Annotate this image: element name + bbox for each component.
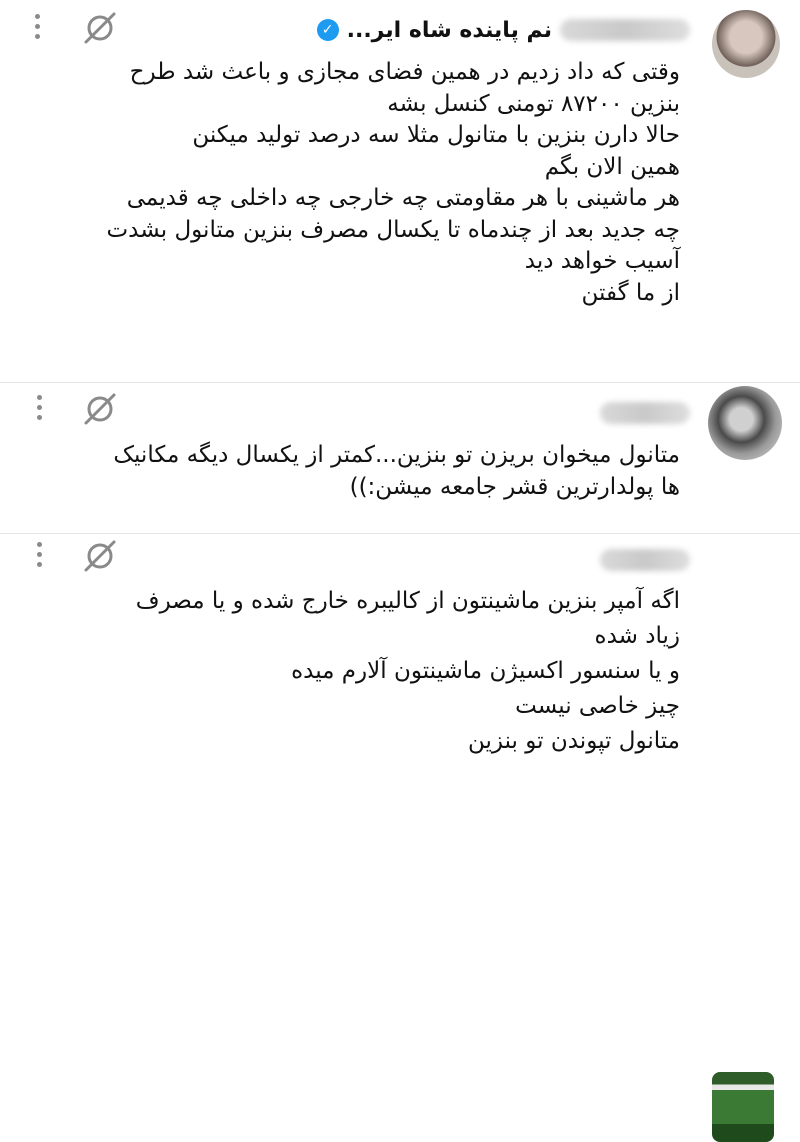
blurred-name bbox=[560, 19, 690, 41]
text-line: حالا دارن بنزین با متانول مثلا سه درصد ت… bbox=[192, 122, 680, 148]
avatar[interactable] bbox=[712, 10, 780, 78]
text-line: و یا سنسور اکسیژن ماشینتون آلارم میده bbox=[291, 658, 680, 684]
text-line: آسیب خواهد دید bbox=[524, 248, 680, 274]
verified-badge-icon: ✓ bbox=[316, 19, 339, 41]
blurred-name bbox=[600, 402, 690, 424]
comment-header: نم پاینده شاه ایر... ✓ bbox=[316, 12, 690, 48]
avatar[interactable] bbox=[712, 1072, 774, 1142]
comment-header bbox=[600, 395, 690, 431]
text-line: اگه آمپر بنزین ماشینتون از کالیبره خارج … bbox=[135, 588, 680, 614]
comment-3: اگه آمپر بنزین ماشینتون از کالیبره خارج … bbox=[0, 534, 800, 1142]
comment-2: متانول میخوان بریزن تو بنزین...کمتر از ی… bbox=[0, 383, 800, 533]
text-line: متانول میخوان بریزن تو بنزین...کمتر از ی… bbox=[113, 442, 680, 468]
username[interactable]: نم پاینده شاه ایر... bbox=[347, 18, 552, 43]
text-line: وقتی که داد زدیم در همین فضای مجازی و با… bbox=[129, 59, 680, 85]
more-icon[interactable] bbox=[34, 395, 44, 420]
text-line: متانول تپوندن تو بنزین bbox=[467, 728, 680, 754]
blurred-name bbox=[600, 549, 690, 571]
text-line: چیز خاصی نیست bbox=[515, 693, 680, 719]
text-line: بنزین ۸۷۲۰۰ تومنی کنسل بشه bbox=[387, 90, 680, 117]
more-icon[interactable] bbox=[34, 542, 44, 567]
more-icon[interactable] bbox=[32, 14, 42, 39]
avatar[interactable] bbox=[708, 386, 782, 460]
comment-text: اگه آمپر بنزین ماشینتون از کالیبره خارج … bbox=[136, 584, 680, 759]
text-line: از ما گفتن bbox=[581, 279, 680, 306]
text-line: همین الان بگم bbox=[544, 153, 680, 180]
text-line: هر ماشینی با هر مقاومتی چه خارجی چه داخل… bbox=[126, 185, 680, 211]
text-line: ها پولدارترین قشر جامعه میشن:)) bbox=[349, 473, 680, 500]
comment-text: متانول میخوان بریزن تو بنزین...کمتر از ی… bbox=[113, 440, 680, 503]
grok-icon[interactable] bbox=[82, 391, 118, 427]
text-line: چه جدید بعد از چندماه تا یکسال مصرف بنزی… bbox=[106, 216, 681, 243]
grok-icon[interactable] bbox=[82, 538, 118, 574]
comment-header bbox=[600, 542, 690, 578]
comment-1: نم پاینده شاه ایر... ✓ وقتی که داد زدیم … bbox=[0, 0, 800, 382]
grok-icon[interactable] bbox=[82, 10, 118, 46]
text-line: زیاد شده bbox=[594, 623, 680, 649]
comment-text: وقتی که داد زدیم در همین فضای مجازی و با… bbox=[107, 57, 681, 309]
